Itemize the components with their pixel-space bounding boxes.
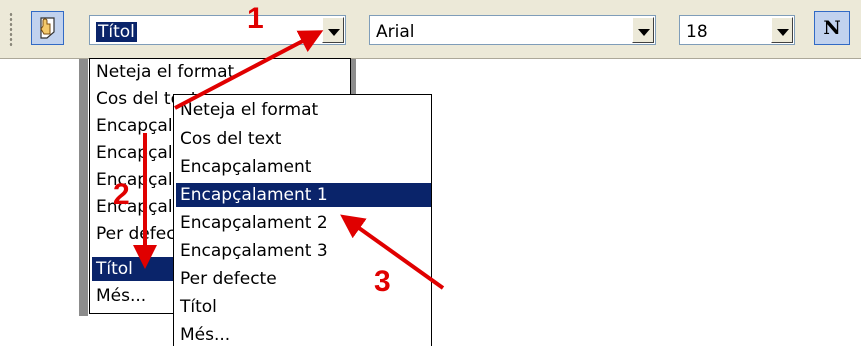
arrow-3 [340,214,445,290]
arrow-1 [174,30,324,110]
step-3-label: 3 [374,265,391,298]
step-2-label: 2 [113,178,130,211]
annotation-arrows [133,30,445,290]
step-1-label: 1 [247,2,264,35]
